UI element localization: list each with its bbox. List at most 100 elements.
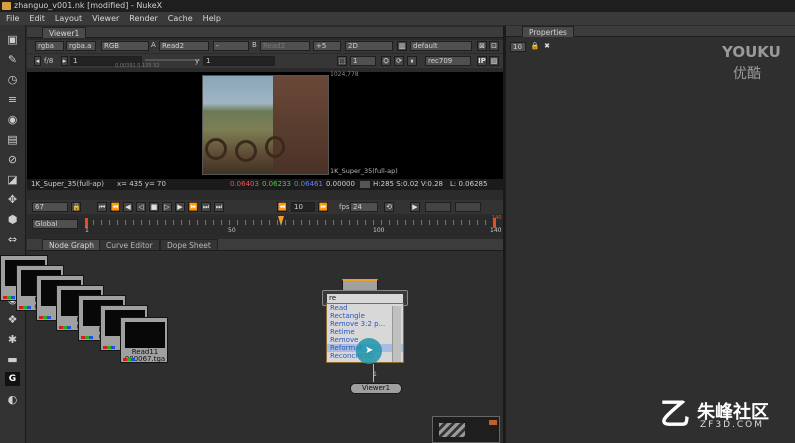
read-node-11[interactable]: Read11 000067.tga <box>120 317 168 363</box>
filter-nodes-icon[interactable]: ▤ <box>5 133 20 147</box>
hatch-icon[interactable]: ▨ <box>489 56 499 66</box>
fstop-down-icon[interactable]: ◂ <box>34 56 41 66</box>
roi-icon[interactable]: ⬚ <box>337 56 347 66</box>
play-forward-icon[interactable]: ▷ <box>162 202 172 212</box>
viewer-lut-dropdown[interactable]: default <box>410 41 472 51</box>
timeline-range-dropdown[interactable]: Global <box>32 219 78 229</box>
menu-cache[interactable]: Cache <box>168 12 193 25</box>
loop-icon[interactable]: ⟲ <box>384 202 394 212</box>
frame-number-input[interactable]: 67 <box>32 202 68 212</box>
alpha-channel-dropdown[interactable]: rgba.a <box>66 41 96 51</box>
channel-nodes-icon[interactable]: ≡ <box>5 93 20 107</box>
tick-100: 100 <box>373 227 385 234</box>
tab-viewer1[interactable]: Viewer1 <box>42 27 87 38</box>
viewer-resolution-label: 1024,778 <box>330 71 359 78</box>
info-coords: x= 435 y= 70 <box>117 180 166 188</box>
skip-forward-icon[interactable]: ⏩ <box>318 202 328 212</box>
gizmo-g-icon[interactable]: G <box>5 372 20 386</box>
node-graph-canvas[interactable] <box>27 251 503 443</box>
fstop-up-icon[interactable]: ▸ <box>61 56 68 66</box>
tick-50: 50 <box>228 227 236 234</box>
pause-icon[interactable]: ⏸ <box>407 56 417 66</box>
ocula-nodes-icon[interactable]: ◐ <box>5 393 20 407</box>
prev-frame-icon[interactable]: ◀ <box>123 202 133 212</box>
gain-stops-dropdown[interactable]: +5 <box>313 41 341 51</box>
colorspace-dropdown[interactable]: RGB <box>101 41 149 51</box>
tab-curve-editor[interactable]: Curve Editor <box>99 239 160 250</box>
menu-edit[interactable]: Edit <box>29 12 45 25</box>
3d-nodes-icon[interactable]: ⬢ <box>5 213 20 227</box>
mouse-cursor-icon: ➤ <box>365 345 374 356</box>
merge-nodes-icon[interactable]: ◪ <box>5 173 20 187</box>
lock-panels-icon[interactable]: 🔒 <box>530 42 540 52</box>
channels-dropdown[interactable]: rgba <box>35 41 64 51</box>
node-graph-minimap[interactable] <box>432 416 500 443</box>
tab-search-input[interactable]: re <box>327 294 403 303</box>
zf-watermark-url: ZF3D.COM <box>700 420 764 430</box>
views-nodes-icon[interactable]: ⇔ <box>5 233 20 247</box>
timeline[interactable]: Global 140 1 50 100 140 <box>27 215 503 235</box>
info-blue-value: 0.06461 <box>294 180 323 188</box>
toolsets-icon[interactable]: ❖ <box>5 313 20 327</box>
menu-help[interactable]: Help <box>203 12 221 25</box>
wipe-icon[interactable]: ⊠ <box>477 41 487 51</box>
gain-slider[interactable] <box>145 59 200 61</box>
output-transform-dropdown[interactable]: rec709 <box>425 56 471 66</box>
tab-properties[interactable]: Properties <box>522 26 574 37</box>
gamma-input[interactable]: 1 <box>203 56 275 66</box>
composite-dropdown[interactable]: - <box>213 41 249 51</box>
keyer-nodes-icon[interactable]: ⊘ <box>5 153 20 167</box>
tab-node-graph[interactable]: Node Graph <box>42 239 101 250</box>
skip-back-icon[interactable]: ⏪ <box>277 202 287 212</box>
foreground-figure <box>273 76 328 174</box>
frame-increment-input[interactable]: 10 <box>291 202 315 212</box>
node-graph-panel-header: Node Graph Curve Editor Dope Sheet <box>27 239 503 251</box>
first-frame-icon[interactable]: ⏮ <box>97 202 107 212</box>
viewer-controls-row1: rgba rgba.a RGB A Read2 - B Read2 +5 2D … <box>27 40 503 53</box>
max-panels-input[interactable]: 10 <box>510 42 526 52</box>
b-input-dropdown[interactable]: Read2 <box>260 41 310 51</box>
other-nodes-icon[interactable]: ✱ <box>5 333 20 347</box>
menu-file[interactable]: File <box>6 12 19 25</box>
lock-icon[interactable]: 🔒 <box>71 202 81 212</box>
prev-keyframe-icon[interactable]: ⏪ <box>110 202 120 212</box>
image-nodes-icon[interactable]: ▣ <box>5 33 20 47</box>
results-scrollbar[interactable] <box>392 306 401 362</box>
next-keyframe-icon[interactable]: ⏩ <box>188 202 198 212</box>
time-nodes-icon[interactable]: ◷ <box>5 73 20 87</box>
end-icon[interactable]: ⏭ <box>214 202 224 212</box>
info-color-swatch <box>360 181 370 188</box>
refresh-icon[interactable]: ⟳ <box>394 56 404 66</box>
draw-nodes-icon[interactable]: ✎ <box>5 53 20 67</box>
viewer-info-bar: 1K_Super_35(full-ap) x= 435 y= 70 0.0640… <box>27 179 503 190</box>
properties-panel: Properties 10 🔒 ✖ <box>505 26 795 443</box>
input-process-icon[interactable]: IP <box>477 56 487 66</box>
flipbook-icon[interactable]: ▶ <box>410 202 420 212</box>
play-backward-icon[interactable]: ◁ <box>136 202 146 212</box>
furnace-nodes-icon[interactable]: ▬ <box>5 353 20 367</box>
info-format: 1K_Super_35(full-ap) <box>31 180 104 188</box>
clear-panels-icon[interactable]: ✖ <box>542 42 552 52</box>
cache-bar-2 <box>455 202 481 212</box>
tab-dope-sheet[interactable]: Dope Sheet <box>160 239 218 250</box>
next-frame-icon[interactable]: ▶ <box>175 202 185 212</box>
a-input-dropdown[interactable]: Read2 <box>159 41 209 51</box>
zf-logo: 乙 <box>660 397 690 432</box>
clip-warning-icon[interactable]: ⛭ <box>381 56 391 66</box>
menu-render[interactable]: Render <box>129 12 157 25</box>
viewer1-node[interactable]: Viewer1 <box>350 383 402 394</box>
lut-lock-icon[interactable]: ▥ <box>397 41 407 51</box>
info-luminance: L: 0.06285 <box>450 180 488 188</box>
menu-layout[interactable]: Layout <box>55 12 82 25</box>
last-frame-icon[interactable]: ⏭ <box>201 202 211 212</box>
view-mode-dropdown[interactable]: 2D <box>345 41 393 51</box>
viewer-connection-line <box>373 364 374 382</box>
stop-icon[interactable]: ■ <box>149 202 159 212</box>
zoom-icon[interactable]: ⊡ <box>489 41 499 51</box>
menu-viewer[interactable]: Viewer <box>92 12 119 25</box>
color-nodes-icon[interactable]: ◉ <box>5 113 20 127</box>
proxy-dropdown[interactable]: 1 <box>350 56 376 66</box>
transform-nodes-icon[interactable]: ✥ <box>5 193 20 207</box>
fps-input[interactable]: 24 <box>350 202 378 212</box>
window-title-bar: zhanguo_v001.nk [modified] - NukeX <box>0 0 795 12</box>
